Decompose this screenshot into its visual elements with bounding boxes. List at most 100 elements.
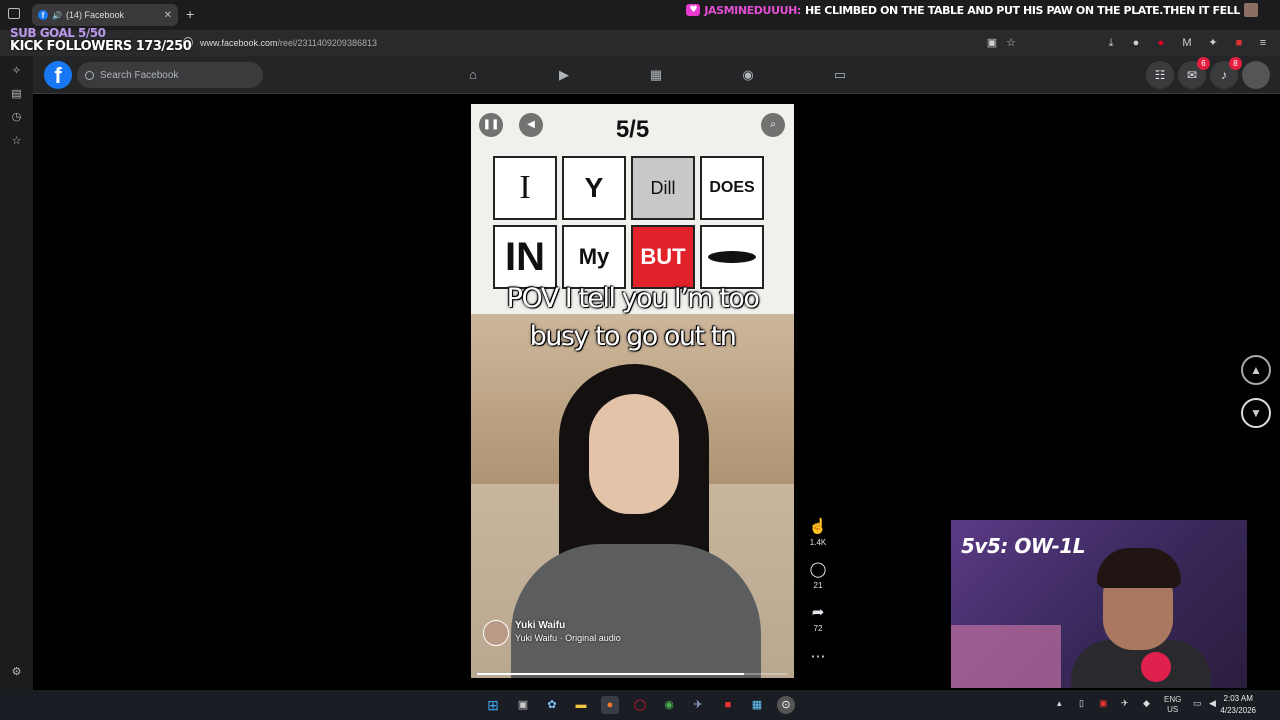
share-icon: ➦ [811, 604, 825, 621]
app-grid-icon[interactable]: ▦ [748, 696, 766, 714]
tray-usb-icon[interactable]: ▯ [1079, 698, 1084, 709]
puzzle-tile: Dill [631, 156, 695, 220]
clock-time: 2:03 AM [1223, 694, 1253, 703]
recorder-icon[interactable]: ■ [719, 696, 737, 714]
more-options-button[interactable]: ⋯ [806, 648, 830, 666]
webcam-title: 5v5: OW-1L [961, 534, 1085, 558]
heart-icon: ♥ [686, 4, 701, 16]
tab-facebook[interactable]: f 🔊 (14) Facebook ✕ [32, 4, 178, 26]
chrome-icon[interactable]: ◉ [660, 696, 678, 714]
kick-followers-overlay: KICK FOLLOWERS 173/250 [10, 39, 192, 54]
tray-chevron-icon[interactable]: ▴ [1057, 698, 1062, 709]
settings-gear-icon[interactable]: ⚙ [10, 666, 23, 679]
lang-secondary: US [1167, 705, 1179, 714]
new-tab-button[interactable]: + [186, 6, 194, 22]
pinboard-icon[interactable]: ▤ [10, 88, 23, 101]
tray-mic-icon[interactable]: ◆ [1143, 698, 1150, 709]
caption-line-1: POV I tell you I’m too [506, 283, 760, 314]
face [589, 394, 679, 514]
download-icon[interactable]: ⤓ [1105, 37, 1117, 49]
history-icon[interactable]: ◷ [10, 111, 23, 124]
speaker-icon[interactable]: 🔊 [52, 11, 62, 20]
chat-username: JASMINEDUUUH: [704, 3, 801, 17]
tray-display-icon[interactable]: ▭ [1193, 698, 1202, 709]
reel-progress-fill [477, 673, 745, 675]
favorites-star-icon[interactable]: ☆ [10, 135, 23, 148]
tray-steam-icon[interactable]: ✈ [1121, 698, 1129, 709]
messenger-button[interactable]: ✉ 6 [1178, 57, 1210, 89]
puzzle-tile-branch: Υ [562, 156, 626, 220]
facebook-logo[interactable]: f [44, 61, 72, 89]
chat-message: HE CLIMBED ON THE TABLE AND PUT HIS PAW … [804, 3, 1240, 17]
task-view-icon[interactable]: ▣ [514, 696, 532, 714]
close-tab-icon[interactable]: ✕ [164, 10, 172, 21]
url-path: /reel/2311409209386813 [277, 38, 377, 48]
chat-overlay: ♥ JASMINEDUUUH: HE CLIMBED ON THE TABLE … [686, 3, 1258, 17]
share-button[interactable]: ➦ 72 [806, 604, 830, 633]
file-explorer-icon[interactable]: ▬ [572, 696, 590, 714]
system-clock[interactable]: 2:03 AM 4/23/2026 [1220, 693, 1256, 717]
reel-progress-bar[interactable] [477, 673, 788, 675]
caption-line-2: busy to go out tn [529, 321, 737, 352]
gaming-icon[interactable]: ▭ [832, 67, 848, 83]
firefox-icon[interactable]: ● [601, 696, 619, 714]
groups-icon[interactable]: ◉ [740, 67, 756, 83]
branch-icon: Υ [584, 172, 604, 203]
start-windows-icon[interactable]: ⊞ [484, 696, 502, 714]
menu-grid-button[interactable]: ☷ [1146, 61, 1174, 89]
address-bar[interactable]: www.facebook.com/reel/2311409209386813 [200, 38, 377, 48]
volume-button[interactable]: ◀ [519, 113, 543, 137]
extensions-puzzle-icon[interactable]: ✦ [1207, 37, 1219, 49]
video-icon[interactable]: ▶ [556, 67, 572, 83]
steam-icon[interactable]: ✈ [689, 696, 707, 714]
share-count: 72 [813, 624, 823, 633]
tab-title: (14) Facebook [65, 10, 124, 20]
search-icon [85, 70, 94, 80]
extension-2-icon[interactable]: ● [1155, 37, 1167, 49]
extension-4-icon[interactable]: ■ [1233, 37, 1245, 49]
webcam-overlay: 5v5: OW-1L [951, 520, 1247, 688]
windows-taskbar: ⊞ ▣ ✿ ▬ ● ◯ ◉ ✈ ■ ▦ ⊙ ▴ ▯ ▣ ✈ ◆ ENG US ▭… [0, 690, 1280, 720]
search-input[interactable]: Search Facebook [77, 62, 263, 88]
next-reel-button[interactable]: ▼ [1241, 398, 1271, 428]
aria-icon[interactable]: ✧ [10, 65, 23, 78]
overwatch-icon[interactable]: ⊙ [777, 696, 795, 714]
reel-author[interactable]: Yuki Waifu Yuki Waifu · Original audio [483, 620, 621, 646]
bookmark-star-icon[interactable]: ☆ [1005, 37, 1017, 49]
audio-label[interactable]: Yuki Waifu · Original audio [515, 633, 621, 643]
screenshot-icon[interactable]: ▣ [986, 37, 998, 49]
reel-search-button[interactable]: ⌕ [761, 113, 785, 137]
tray-record-icon[interactable]: ▣ [1099, 698, 1108, 709]
url-domain: www.facebook.com [200, 38, 278, 48]
chat-avatar [1244, 3, 1258, 17]
home-icon[interactable]: ⌂ [465, 67, 481, 83]
comment-button[interactable]: ◯ 21 [806, 561, 830, 590]
like-button[interactable]: ☝ 1.4K [806, 518, 830, 547]
author-avatar[interactable] [483, 620, 509, 646]
tab-actions-icon[interactable] [8, 8, 20, 19]
reel-caption: POV I tell you I’m too busy to go out tn [471, 280, 794, 356]
hole-icon [708, 251, 756, 263]
language-indicator[interactable]: ENG US [1164, 695, 1181, 715]
chevron-up-icon: ▲ [1250, 363, 1262, 377]
notifications-button[interactable]: ♪ 8 [1210, 57, 1242, 89]
profile-avatar[interactable] [1242, 61, 1270, 89]
puzzle-tile: I [493, 156, 557, 220]
opera-icon[interactable]: ◯ [631, 696, 649, 714]
tray-volume-icon[interactable]: ◀ [1209, 698, 1216, 709]
previous-reel-button[interactable]: ▲ [1241, 355, 1271, 385]
extension-1-icon[interactable]: ● [1130, 37, 1142, 49]
like-icon: ☝ [808, 518, 828, 535]
browser-sidebar: ✧ ▤ ◷ ☆ ⚙ [0, 56, 33, 690]
microphone [1141, 652, 1171, 682]
pause-button[interactable]: ❚❚ [479, 113, 503, 137]
extension-3-icon[interactable]: M [1181, 37, 1193, 49]
reel-video[interactable]: 5/5 I Υ Dill DOES IN My BUT POV I tell y… [471, 104, 794, 678]
menu-icon[interactable]: ≡ [1257, 37, 1269, 49]
lang-primary: ENG [1164, 695, 1182, 704]
copilot-icon[interactable]: ✿ [543, 696, 561, 714]
marketplace-icon[interactable]: ▦ [648, 67, 664, 83]
notifications-badge: 8 [1229, 57, 1242, 70]
comment-count: 21 [813, 581, 823, 590]
author-name[interactable]: Yuki Waifu [515, 620, 621, 631]
